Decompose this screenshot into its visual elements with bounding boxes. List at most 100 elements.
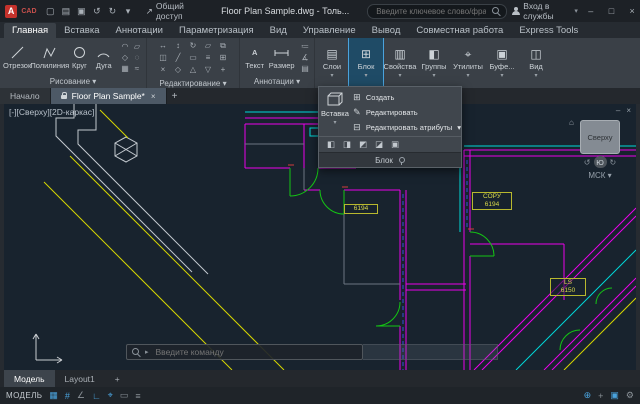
- layout1-tab[interactable]: Layout1: [55, 370, 105, 387]
- snap-toggle-icon[interactable]: #: [65, 391, 70, 401]
- panel-groups-button[interactable]: ◧ Группы ▾: [417, 38, 451, 88]
- draw-extra-icon[interactable]: ◌: [131, 52, 143, 63]
- panel-utilities-button[interactable]: ⌖ Утилиты ▾: [451, 38, 485, 88]
- modify-tool-icon[interactable]: ▭: [186, 52, 201, 64]
- draw-extra-icon[interactable]: ≈: [131, 63, 143, 74]
- ribbon-tab-home[interactable]: Главная: [4, 23, 56, 38]
- draw-extra-icon[interactable]: ◠: [119, 41, 131, 52]
- close-button[interactable]: ×: [624, 6, 640, 16]
- add-layout-button[interactable]: +: [105, 370, 130, 387]
- block-attr-tool-icon[interactable]: ◧: [327, 139, 335, 150]
- app-logo-icon[interactable]: A: [5, 5, 17, 18]
- panel-view-button[interactable]: ◫ Вид ▾: [519, 38, 553, 88]
- save-file-icon[interactable]: ▣: [76, 6, 88, 17]
- modify-tool-icon[interactable]: ↕: [171, 40, 186, 52]
- modify-tool-icon[interactable]: ╱: [171, 52, 186, 64]
- panel-modify-label[interactable]: Редактирование ▾: [147, 78, 239, 88]
- insert-block-button[interactable]: Вставка ▾: [321, 90, 349, 134]
- file-tab-start[interactable]: Начало: [0, 88, 51, 104]
- polyline-tool[interactable]: Полилиния: [33, 45, 66, 70]
- minimize-button[interactable]: –: [583, 6, 599, 16]
- help-search[interactable]: [367, 4, 507, 19]
- command-search-icon[interactable]: [132, 348, 140, 356]
- modify-tool-icon[interactable]: ▽: [201, 64, 216, 76]
- osnap-toggle-icon[interactable]: ⌖: [108, 390, 113, 401]
- lineweight-toggle-icon[interactable]: ▭: [120, 390, 129, 401]
- annotate-extra-icon[interactable]: ≔: [299, 41, 311, 52]
- ortho-toggle-icon[interactable]: ∟: [92, 391, 101, 401]
- modify-tool-icon[interactable]: ⊞: [216, 52, 231, 64]
- modify-tool-icon[interactable]: ◫: [156, 52, 171, 64]
- command-line[interactable]: ▸: [126, 344, 498, 360]
- viewport-close-icon[interactable]: ×: [626, 106, 631, 115]
- panel-properties-button[interactable]: ▥ Свойства ▾: [383, 38, 417, 88]
- modify-tool-icon[interactable]: +: [216, 64, 231, 76]
- command-input[interactable]: [154, 346, 357, 358]
- panel-draw-label[interactable]: Рисование ▾: [0, 76, 146, 88]
- viewcube[interactable]: ⌂ Сверху ↺ Ю ↻ МСК ▾: [572, 120, 628, 180]
- draw-extra-icon[interactable]: ◇: [119, 52, 131, 63]
- file-tab-drawing[interactable]: Floor Plan Sample* ×: [51, 88, 167, 104]
- signin-caret-icon[interactable]: ▾: [574, 7, 578, 15]
- rotate-cw-icon[interactable]: ↻: [610, 158, 617, 167]
- viewport-minimize-icon[interactable]: –: [616, 106, 620, 115]
- redo-icon[interactable]: ↻: [107, 6, 119, 17]
- signin-link[interactable]: Вход в службы: [523, 1, 569, 21]
- ribbon-tab-collaborate[interactable]: Совместная работа: [408, 23, 511, 38]
- panel-annotate-label[interactable]: Аннотации ▾: [240, 76, 314, 88]
- model-space-label[interactable]: МОДЕЛЬ: [6, 391, 42, 400]
- create-block-item[interactable]: ⊞ Создать: [349, 90, 464, 104]
- draw-extra-icon[interactable]: ▱: [131, 41, 143, 52]
- modify-tool-icon[interactable]: ↔: [156, 40, 171, 52]
- modify-tool-icon[interactable]: ↻: [186, 40, 201, 52]
- ribbon-tab-express[interactable]: Express Tools: [511, 23, 586, 38]
- grid-toggle-icon[interactable]: ▦: [49, 390, 58, 401]
- annotate-extra-icon[interactable]: ▤: [299, 63, 311, 74]
- dimension-tool[interactable]: Размер: [268, 45, 295, 70]
- maximize-button[interactable]: □: [604, 6, 620, 16]
- ribbon-tab-insert[interactable]: Вставка: [56, 23, 107, 38]
- modify-tool-icon[interactable]: ◇: [171, 64, 186, 76]
- circle-tool[interactable]: Круг: [68, 45, 90, 70]
- block-attr-tool-icon[interactable]: ◪: [375, 139, 383, 150]
- edit-block-item[interactable]: ✎ Редактировать: [349, 105, 464, 119]
- search-icon[interactable]: [492, 7, 500, 15]
- viewcube-face[interactable]: Сверху: [580, 120, 620, 154]
- panel-block-button[interactable]: ⊞ Блок ▾: [349, 38, 383, 88]
- modify-tool-icon[interactable]: ×: [156, 64, 171, 76]
- ribbon-tab-manage[interactable]: Управление: [295, 23, 364, 38]
- ucs-selector[interactable]: МСК ▾: [572, 171, 628, 180]
- panel-layers-button[interactable]: ▤ Слои ▾: [315, 38, 349, 88]
- modify-tool-icon[interactable]: ▱: [201, 40, 216, 52]
- qat-customize-icon[interactable]: ▾: [122, 6, 134, 17]
- viewport-controls[interactable]: [-][Сверху][2D-каркас]: [9, 107, 94, 117]
- annotate-extra-icon[interactable]: ∡: [299, 52, 311, 63]
- block-attr-tool-icon[interactable]: ◨: [343, 139, 351, 150]
- modify-tool-icon[interactable]: ≡: [201, 52, 216, 64]
- transparency-toggle-icon[interactable]: ≡: [135, 391, 140, 401]
- compass-south[interactable]: Ю: [594, 156, 607, 168]
- arc-tool[interactable]: Дуга: [93, 45, 115, 70]
- block-attr-tool-icon[interactable]: ◩: [359, 139, 367, 150]
- workspace-icon[interactable]: +: [598, 391, 603, 401]
- home-icon[interactable]: ⌂: [569, 118, 574, 127]
- open-file-icon[interactable]: ▤: [60, 6, 72, 17]
- model-tab[interactable]: Модель: [4, 370, 55, 387]
- rotate-ccw-icon[interactable]: ↺: [584, 158, 591, 167]
- ribbon-tab-output[interactable]: Вывод: [364, 23, 409, 38]
- polar-tracking-icon[interactable]: ∠: [77, 390, 85, 401]
- modify-tool-icon[interactable]: ⧉: [216, 40, 231, 52]
- line-tool[interactable]: Отрезок: [3, 45, 31, 70]
- ribbon-tab-parametric[interactable]: Параметризация: [171, 23, 262, 38]
- share-button[interactable]: ↗ Общий доступ: [146, 1, 201, 21]
- pin-icon[interactable]: [399, 157, 405, 163]
- customization-gear-icon[interactable]: ⚙: [626, 390, 634, 401]
- isolate-objects-icon[interactable]: ▣: [610, 390, 619, 401]
- panel-clipboard-button[interactable]: ▣ Буфе... ▾: [485, 38, 519, 88]
- draw-extra-icon[interactable]: ▦: [119, 63, 131, 74]
- modify-tool-icon[interactable]: △: [186, 64, 201, 76]
- new-tab-button[interactable]: +: [167, 88, 183, 104]
- ribbon-tab-view[interactable]: Вид: [262, 23, 295, 38]
- block-attr-tool-icon[interactable]: ▣: [391, 139, 399, 150]
- text-tool[interactable]: А Текст: [243, 45, 266, 70]
